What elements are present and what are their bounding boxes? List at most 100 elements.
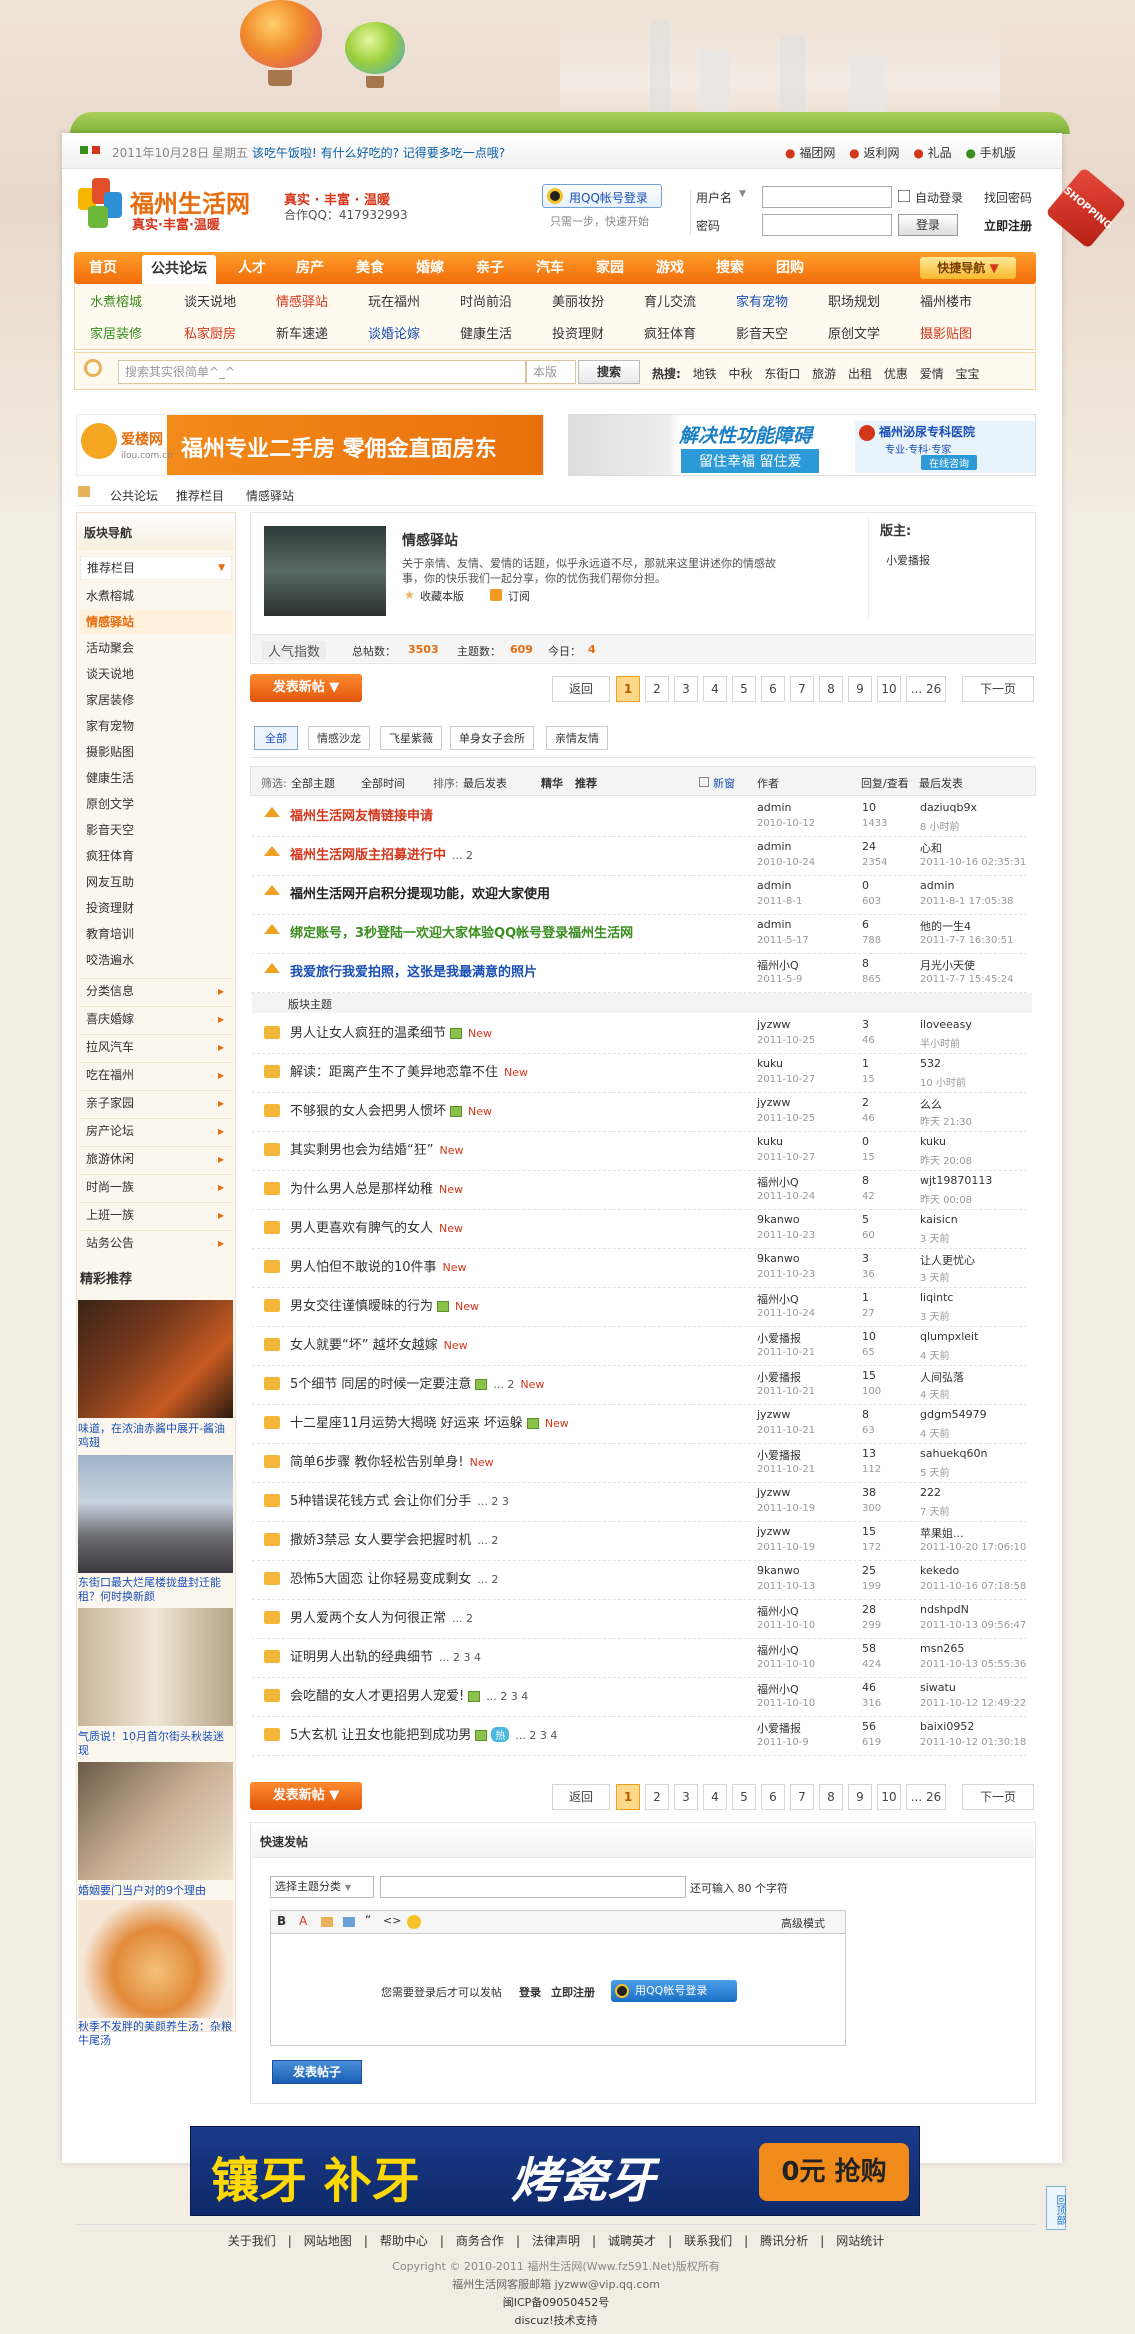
author-link[interactable]: 小爱播报 bbox=[757, 1369, 801, 1385]
password-input[interactable] bbox=[762, 214, 892, 236]
author-link[interactable]: 福州小Q bbox=[757, 1174, 799, 1190]
subnav-link[interactable]: 私家厨房 bbox=[184, 323, 236, 342]
thread-title-link[interactable]: 恐怖5大固恋 让你轻易变成剩女 bbox=[290, 1572, 471, 1587]
toplink-gifts[interactable]: 礼品 bbox=[928, 146, 952, 160]
login-button[interactable]: 登录 bbox=[898, 214, 958, 236]
table-row[interactable]: 为什么男人总是那样幼稚 New 福州小Q 2011-10-24 8 42 wjt198701… bbox=[252, 1171, 1027, 1210]
back-to-top-button[interactable]: 回顶部 bbox=[1046, 2186, 1066, 2230]
pager-page[interactable]: ... 26 bbox=[906, 1784, 946, 1810]
sidebar-item[interactable]: 健康生活 bbox=[80, 766, 232, 790]
author-link[interactable]: 福州小Q bbox=[757, 1642, 799, 1658]
last-post-time[interactable]: 4 天前 bbox=[920, 1425, 950, 1440]
thread-title-link[interactable]: 绑定账号，3秒登陆一欢迎大家体验QQ帐号登录福州生活网 bbox=[290, 926, 633, 941]
thread-title-link[interactable]: 男人更喜欢有脾气的女人 bbox=[290, 1221, 433, 1236]
home-icon[interactable] bbox=[78, 486, 90, 497]
footer-link[interactable]: 帮助中心 bbox=[380, 2234, 428, 2248]
last-poster-link[interactable]: 人间弘落 bbox=[920, 1369, 964, 1385]
footer-link[interactable]: 联系我们 bbox=[684, 2234, 732, 2248]
pager-page[interactable]: 7 bbox=[790, 676, 814, 702]
icp-number[interactable]: 闽ICP备09050452号 bbox=[76, 2294, 1036, 2310]
last-poster-link[interactable]: ndshpdN bbox=[920, 1603, 969, 1616]
hot-search-link[interactable]: 出租 bbox=[848, 367, 872, 381]
toplink-mobile[interactable]: 手机版 bbox=[980, 146, 1016, 160]
footer-link[interactable]: 腾讯分析 bbox=[760, 2234, 808, 2248]
author-link[interactable]: 9kanwo bbox=[757, 1252, 800, 1265]
pager-next-button[interactable]: 下一页 bbox=[962, 676, 1034, 702]
subnav-link[interactable]: 影音天空 bbox=[736, 323, 788, 342]
last-post-time[interactable]: 4 天前 bbox=[920, 1386, 950, 1401]
last-post-time[interactable]: 3 天前 bbox=[920, 1230, 950, 1245]
last-poster-link[interactable]: gdgm54979 bbox=[920, 1408, 987, 1421]
breadcrumb-item[interactable]: 公共论坛 bbox=[110, 487, 158, 504]
last-post-time[interactable]: 2011-10-20 17:06:10 bbox=[920, 1542, 1026, 1553]
editor-qq-login-button[interactable]: 用QQ帐号登录 bbox=[611, 1980, 737, 2002]
sidebar-item[interactable]: 情感驿站 bbox=[80, 610, 232, 634]
hot-search-link[interactable]: 爱情 bbox=[920, 367, 944, 381]
subnav-link[interactable]: 投资理财 bbox=[552, 323, 604, 342]
sidebar-group-recommended[interactable]: 推荐栏目 ▼ bbox=[80, 556, 232, 580]
featured-image-building[interactable] bbox=[78, 1455, 233, 1573]
author-link[interactable]: jyzww bbox=[757, 1486, 790, 1499]
last-post-time[interactable]: 2011-10-13 09:56:47 bbox=[920, 1620, 1026, 1631]
thread-pages-link[interactable]: ... 2 bbox=[493, 1378, 514, 1391]
pager-page[interactable]: 10 bbox=[877, 1784, 901, 1810]
author-link[interactable]: 小爱播报 bbox=[757, 1720, 801, 1736]
last-poster-link[interactable]: iloveeasy bbox=[920, 1018, 972, 1031]
table-row[interactable]: 男人怕但不敢说的10件事 New 9kanwo 2011-10-23 3 36 让人更忧心 3… bbox=[252, 1249, 1027, 1288]
sidebar-item[interactable]: 网友互助 bbox=[80, 870, 232, 894]
last-poster-link[interactable]: 心和 bbox=[920, 840, 942, 856]
table-row[interactable]: 5大玄机 让丑女也能把到成功男 热 ... 2 3 4 小爱播报 2011-10-9 56… bbox=[252, 1717, 1027, 1756]
hot-search-link[interactable]: 旅游 bbox=[812, 367, 836, 381]
subnav-link[interactable]: 水煮榕城 bbox=[90, 291, 142, 310]
sidebar-group[interactable]: 旅游休闲 ▸ bbox=[80, 1146, 232, 1171]
sidebar-group[interactable]: 上班一族 ▸ bbox=[80, 1202, 232, 1227]
featured-image-soup[interactable] bbox=[78, 1900, 233, 2018]
sidebar-item[interactable]: 摄影贴图 bbox=[80, 740, 232, 764]
last-poster-link[interactable]: 苹果姐... bbox=[920, 1525, 964, 1541]
nav-wedding[interactable]: 婚嫁 bbox=[404, 252, 456, 284]
filter-tab[interactable]: 情感沙龙 bbox=[308, 726, 370, 750]
subnav-link[interactable]: 谈天说地 bbox=[184, 291, 236, 310]
sidebar-item[interactable]: 投资理财 bbox=[80, 896, 232, 920]
thread-pages-link[interactable]: ... 2 bbox=[452, 1612, 473, 1625]
sidebar-item[interactable]: 水煮榕城 bbox=[80, 584, 232, 608]
last-post-time[interactable]: 7 天前 bbox=[920, 1503, 950, 1518]
subject-input[interactable] bbox=[380, 1876, 686, 1898]
table-row[interactable]: 5个细节 同居的时候一定要注意 ... 2 New 小爱播报 2011-10-21 15 1… bbox=[252, 1366, 1027, 1405]
sidebar-item[interactable]: 活动聚会 bbox=[80, 636, 232, 660]
subnav-link[interactable]: 家有宠物 bbox=[736, 291, 788, 310]
thread-pages-link[interactable]: ... 2 bbox=[477, 1534, 498, 1547]
table-row[interactable]: 女人就要“坏” 越坏女越嫁 New 小爱播报 2011-10-21 10 65 qlumpx… bbox=[252, 1327, 1027, 1366]
pager-page[interactable]: 8 bbox=[819, 1784, 843, 1810]
thread-title-link[interactable]: 会吃醋的女人才更招男人宠爱! bbox=[290, 1689, 464, 1704]
last-poster-link[interactable]: 532 bbox=[920, 1057, 941, 1070]
ad-banner-hospital[interactable]: 解决性功能障碍 留住幸福 留住爱 福州泌尿专科医院 专业·专科·专家 在线咨询 bbox=[568, 414, 1036, 476]
thread-title-link[interactable]: 男人让女人疯狂的温柔细节 bbox=[290, 1026, 446, 1041]
subnav-link[interactable]: 职场规划 bbox=[828, 291, 880, 310]
featured-image-fashion[interactable] bbox=[78, 1608, 233, 1726]
footer-link[interactable]: 法律声明 bbox=[532, 2234, 580, 2248]
auto-login-label[interactable]: 自动登录 bbox=[915, 189, 963, 206]
last-post-time[interactable]: 2011-10-12 01:30:18 bbox=[920, 1737, 1026, 1748]
featured-caption[interactable]: 东街口最大烂尾楼拢盘封迁能租？何时换新颜 bbox=[78, 1576, 234, 1604]
sidebar-item[interactable]: 咬浩遍水 bbox=[80, 948, 232, 972]
thread-title-link[interactable]: 女人就要“坏” 越坏女越嫁 bbox=[290, 1338, 438, 1353]
last-post-time[interactable]: 5 天前 bbox=[920, 1464, 950, 1479]
pager-page[interactable]: 9 bbox=[848, 676, 872, 702]
pager-page[interactable]: 3 bbox=[674, 1784, 698, 1810]
editor-login-link[interactable]: 登录 bbox=[519, 1984, 541, 2000]
filter-tab-all[interactable]: 全部 bbox=[254, 726, 298, 750]
pager-page[interactable]: 1 bbox=[616, 676, 640, 702]
last-poster-link[interactable]: 222 bbox=[920, 1486, 941, 1499]
footer-link[interactable]: 网站地图 bbox=[304, 2234, 352, 2248]
author-link[interactable]: 9kanwo bbox=[757, 1213, 800, 1226]
featured-caption[interactable]: 秋季不发胖的美颜养生汤：杂粮牛尾汤 bbox=[78, 2020, 234, 2048]
filter-tab[interactable]: 飞星紫薇 bbox=[380, 726, 442, 750]
sidebar-item[interactable]: 谈天说地 bbox=[80, 662, 232, 686]
last-post-time[interactable]: 8 小时前 bbox=[920, 818, 960, 833]
last-poster-link[interactable]: wjt19870113 bbox=[920, 1174, 992, 1187]
search-type-select[interactable]: 本版 bbox=[526, 360, 576, 384]
author-link[interactable]: 9kanwo bbox=[757, 1564, 800, 1577]
search-button[interactable]: 搜索 bbox=[578, 360, 640, 384]
new-window-label[interactable]: 新窗 bbox=[713, 775, 735, 791]
